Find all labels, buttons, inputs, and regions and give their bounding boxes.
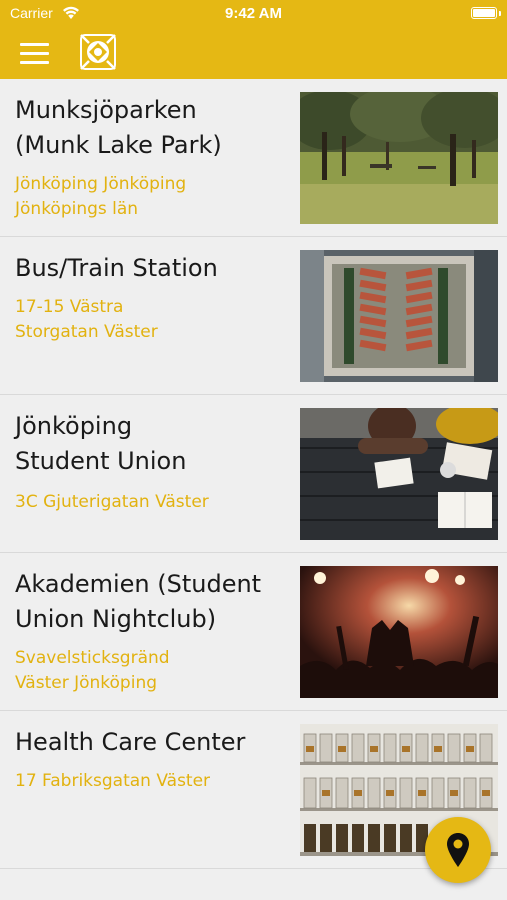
nightclub-concert-photo bbox=[300, 566, 498, 698]
list-item-student-union[interactable]: Jönköping Student Union 3C Gjuterigatan … bbox=[0, 395, 507, 553]
place-address: 3C Gjuterigatan Väster bbox=[15, 492, 209, 512]
place-title: Akademien (Student Union Nightclub) bbox=[15, 570, 262, 633]
place-address: Svavelsticksgränd Väster Jönköping bbox=[15, 648, 170, 693]
station-aerial-photo bbox=[300, 250, 498, 382]
place-address: 17-15 Västra Storgatan Väster bbox=[15, 297, 158, 342]
park-trees-photo bbox=[300, 92, 498, 224]
place-title: Munksjöparken (Munk Lake Park) bbox=[15, 96, 222, 159]
navigation-bar bbox=[0, 28, 507, 79]
status-bar: Carrier 9:42 AM bbox=[0, 0, 507, 28]
battery-cap bbox=[499, 11, 501, 16]
place-address: 17 Fabriksgatan Väster bbox=[15, 771, 211, 791]
hamburger-menu-icon[interactable] bbox=[18, 40, 52, 68]
clock-time: 9:42 AM bbox=[225, 5, 282, 22]
battery-icon bbox=[471, 7, 497, 19]
app-logo-icon bbox=[80, 34, 116, 70]
place-title: Health Care Center bbox=[15, 728, 246, 756]
list-item-munksjoparken[interactable]: Munksjöparken (Munk Lake Park) Jönköping… bbox=[0, 79, 507, 237]
places-list: Munksjöparken (Munk Lake Park) Jönköping… bbox=[0, 79, 507, 869]
list-item-akademien[interactable]: Akademien (Student Union Nightclub) Svav… bbox=[0, 553, 507, 711]
place-address: Jönköping Jönköping Jönköpings län bbox=[15, 174, 187, 219]
place-title: Bus/Train Station bbox=[15, 254, 218, 282]
map-pin-icon bbox=[447, 833, 469, 867]
list-item-bus-train-station[interactable]: Bus/Train Station 17-15 Västra Storgatan… bbox=[0, 237, 507, 395]
students-studying-photo bbox=[300, 408, 498, 540]
place-title: Jönköping Student Union bbox=[15, 412, 187, 475]
map-button[interactable] bbox=[425, 817, 491, 883]
